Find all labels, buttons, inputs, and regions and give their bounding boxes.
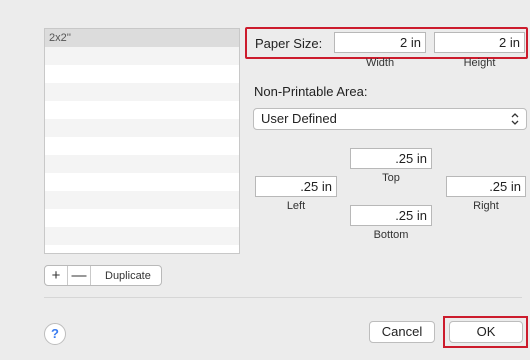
list-item — [45, 137, 239, 155]
width-label: Width — [365, 57, 395, 69]
add-button[interactable]: + — [45, 266, 68, 285]
top-margin-field[interactable]: .25 in — [350, 148, 432, 169]
list-item — [45, 155, 239, 173]
paper-size-list[interactable]: 2x2'' — [44, 28, 240, 254]
list-item — [45, 101, 239, 119]
list-item — [45, 209, 239, 227]
list-item — [45, 65, 239, 83]
list-item — [45, 47, 239, 65]
list-item — [45, 173, 239, 191]
non-printable-label: Non-Printable Area: — [254, 84, 368, 99]
list-item — [45, 227, 239, 245]
list-actions: + — Duplicate — [44, 265, 162, 286]
non-printable-select[interactable]: User Defined — [253, 108, 527, 130]
height-label: Height — [463, 57, 496, 69]
cancel-button[interactable]: Cancel — [369, 321, 435, 343]
list-item[interactable]: 2x2'' — [45, 29, 239, 47]
left-label: Left — [286, 200, 306, 212]
bottom-margin-field[interactable]: .25 in — [350, 205, 432, 226]
top-label: Top — [382, 172, 400, 184]
chevron-up-down-icon — [511, 113, 519, 125]
divider — [44, 297, 522, 298]
paper-width-field[interactable]: 2 in — [334, 32, 426, 53]
list-item — [45, 245, 239, 253]
ok-button[interactable]: OK — [449, 321, 523, 343]
non-printable-select-value: User Defined — [261, 111, 337, 126]
bottom-label: Bottom — [373, 229, 409, 241]
help-button[interactable]: ? — [44, 323, 66, 345]
right-margin-field[interactable]: .25 in — [446, 176, 526, 197]
list-item — [45, 191, 239, 209]
duplicate-button[interactable]: Duplicate — [91, 266, 161, 285]
right-label: Right — [473, 200, 499, 212]
list-item — [45, 119, 239, 137]
paper-height-field[interactable]: 2 in — [434, 32, 525, 53]
paper-size-label: Paper Size: — [255, 36, 323, 51]
remove-button[interactable]: — — [68, 266, 91, 285]
list-item — [45, 83, 239, 101]
left-margin-field[interactable]: .25 in — [255, 176, 337, 197]
